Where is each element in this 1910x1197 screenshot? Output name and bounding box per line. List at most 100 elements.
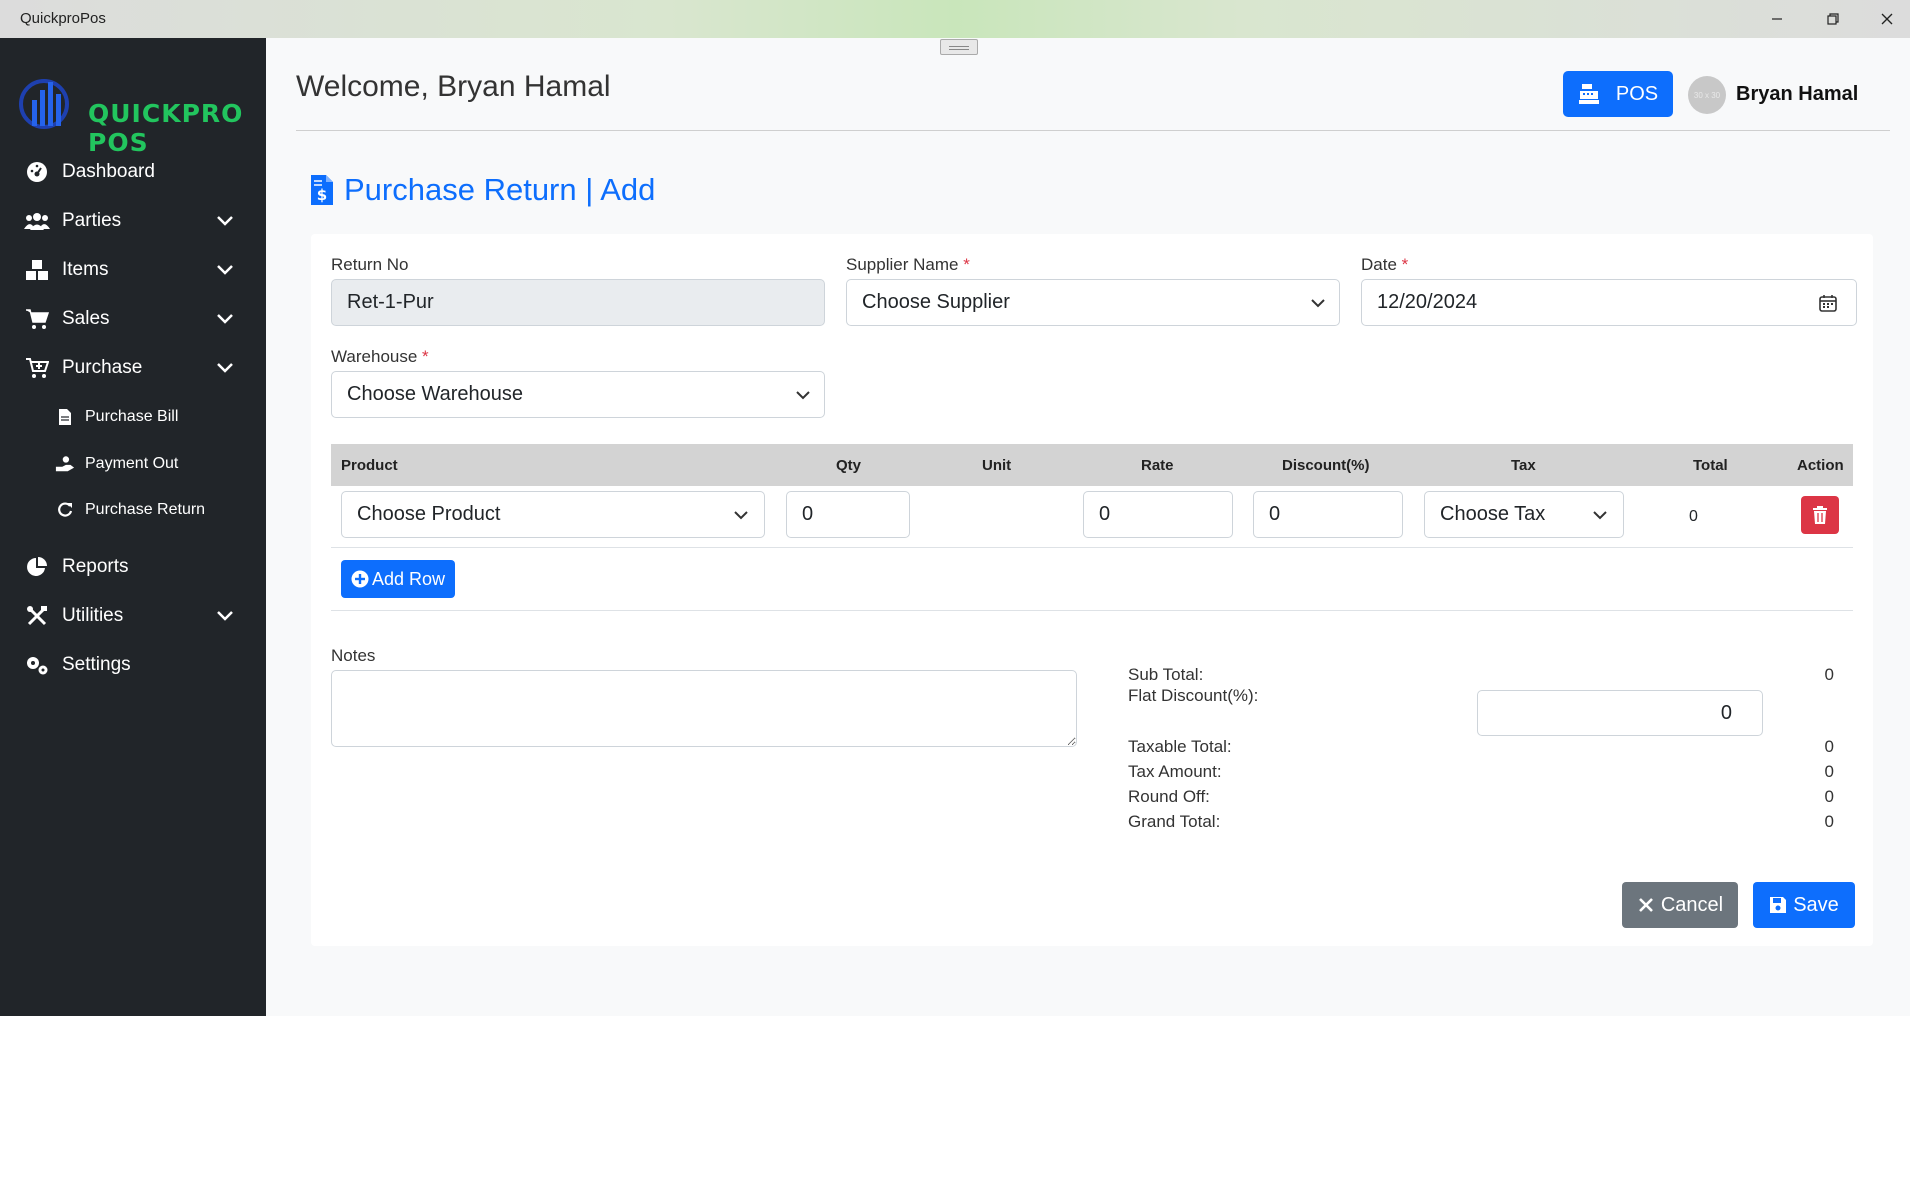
sidebar-item-label: Items [62,259,109,280]
page-title-text: Purchase Return | Add [344,172,656,207]
sidebar-item-label: Purchase [62,357,143,378]
sidebar-item-purchase[interactable]: Purchase [0,348,266,388]
delete-row-button[interactable] [1801,496,1839,534]
sub-total-label: Sub Total: [1128,665,1204,684]
col-header-total: Total [1693,457,1728,474]
save-button[interactable]: Save [1753,882,1855,928]
supplier-value: Choose Supplier [862,291,1010,313]
chevron-down-icon [217,216,233,226]
close-icon [1881,13,1893,25]
row-total: 0 [1689,508,1698,525]
chevron-down-icon [796,391,810,400]
sidebar-item-label: Utilities [62,605,124,626]
warehouse-select[interactable]: Choose Warehouse [331,371,825,418]
chevron-down-icon [217,314,233,324]
sidebar-item-parties[interactable]: Parties [0,201,266,241]
avatar-placeholder-text: 30 x 30 [1693,90,1721,100]
sub-total-value: 0 [1824,665,1834,684]
tax-amount-label: Tax Amount: [1128,762,1222,781]
supplier-label: Supplier Name * [846,255,970,274]
main-content: Welcome, Bryan Hamal POS 30 x 30 Bryan H… [266,38,1910,1016]
cancel-label: Cancel [1660,893,1724,916]
invoice-dollar-icon: $ [311,175,333,205]
welcome-text: Welcome, Bryan Hamal [296,70,611,103]
minimize-button[interactable] [1754,0,1800,38]
sidebar-subitem-purchase-return[interactable]: Purchase Return [0,493,266,527]
header-divider [296,130,1890,131]
sidebar-item-label: Reports [62,556,129,577]
notes-label: Notes [331,646,376,665]
tax-select[interactable]: Choose Tax [1424,491,1624,538]
flat-discount-label: Flat Discount(%): [1128,686,1259,705]
return-no-label: Return No [331,255,409,274]
chevron-down-icon [1311,299,1325,308]
cancel-button[interactable]: Cancel [1622,882,1738,928]
drag-handle[interactable] [940,39,978,55]
sidebar-item-label: Settings [62,654,131,675]
col-header-action: Action [1797,457,1844,474]
cart-plus-icon [24,355,50,381]
trash-icon [1813,506,1827,524]
minimize-icon [1772,18,1782,20]
page-title: $ Purchase Return | Add [310,172,655,208]
add-row-button[interactable]: Add Row [341,560,455,598]
pie-chart-icon [24,554,50,580]
round-off-value: 0 [1824,787,1834,806]
supplier-select[interactable]: Choose Supplier [846,279,1340,326]
items-table-header: Product Qty Unit Rate Discount(%) Tax To… [331,444,1853,486]
close-button[interactable] [1864,0,1910,38]
round-off-label: Round Off: [1128,787,1210,806]
sidebar-item-items[interactable]: Items [0,250,266,290]
file-icon [55,407,75,427]
gears-icon [24,652,50,678]
chevron-down-icon [217,611,233,621]
sidebar-item-label: Sales [62,308,110,329]
restore-button[interactable] [1810,0,1856,38]
logo[interactable]: QUICKPRO POS [18,56,248,157]
tools-icon [24,603,50,629]
col-header-discount: Discount(%) [1282,457,1370,474]
date-field[interactable]: 12/20/2024 [1361,279,1857,326]
flat-discount-value: 0 [1720,701,1732,724]
users-icon [24,208,50,234]
app-window: QuickproPos QUICKPRO POS Dashboard Parti… [0,0,1910,1197]
form-card: Return No Ret-1-Pur Supplier Name * Choo… [311,234,1873,946]
tax-value: Choose Tax [1440,503,1546,525]
return-no-value: Ret-1-Pur [347,291,434,313]
date-value: 12/20/2024 [1377,291,1478,313]
pos-button[interactable]: POS [1563,71,1673,117]
col-header-rate: Rate [1141,457,1174,474]
window-title: QuickproPos [20,10,106,27]
taxable-total-label: Taxable Total: [1128,737,1232,756]
product-select[interactable]: Choose Product [341,491,765,538]
sidebar-item-dashboard[interactable]: Dashboard [0,152,266,192]
sidebar-item-settings[interactable]: Settings [0,645,266,685]
chevron-down-icon [734,511,748,520]
col-header-product: Product [341,457,398,474]
sidebar-item-label: Purchase Return [85,501,206,518]
restore-icon [1827,13,1839,25]
sidebar-item-utilities[interactable]: Utilities [0,596,266,636]
sidebar-item-reports[interactable]: Reports [0,547,266,587]
hand-coin-icon [55,454,75,474]
table-row-divider [331,547,1853,548]
sidebar-subitem-payment-out[interactable]: Payment Out [0,447,266,481]
close-icon [1638,898,1653,912]
gauge-icon [24,159,50,185]
col-header-qty: Qty [836,457,862,474]
flat-discount-input[interactable]: 0 [1477,690,1763,736]
floppy-disk-icon [1770,897,1787,913]
rate-input[interactable]: 0 [1083,491,1233,538]
discount-input[interactable]: 0 [1253,491,1403,538]
sidebar-item-sales[interactable]: Sales [0,299,266,339]
qty-input[interactable]: 0 [786,491,910,538]
notes-textarea[interactable] [331,670,1077,747]
section-divider [331,610,1853,611]
user-name[interactable]: Bryan Hamal [1736,83,1858,106]
svg-text:$: $ [317,186,327,204]
avatar[interactable]: 30 x 30 [1688,76,1726,114]
title-bar: QuickproPos [0,0,1910,38]
return-no-field[interactable]: Ret-1-Pur [331,279,825,326]
sidebar-subitem-purchase-bill[interactable]: Purchase Bill [0,400,266,434]
calendar-icon[interactable] [1818,293,1838,313]
